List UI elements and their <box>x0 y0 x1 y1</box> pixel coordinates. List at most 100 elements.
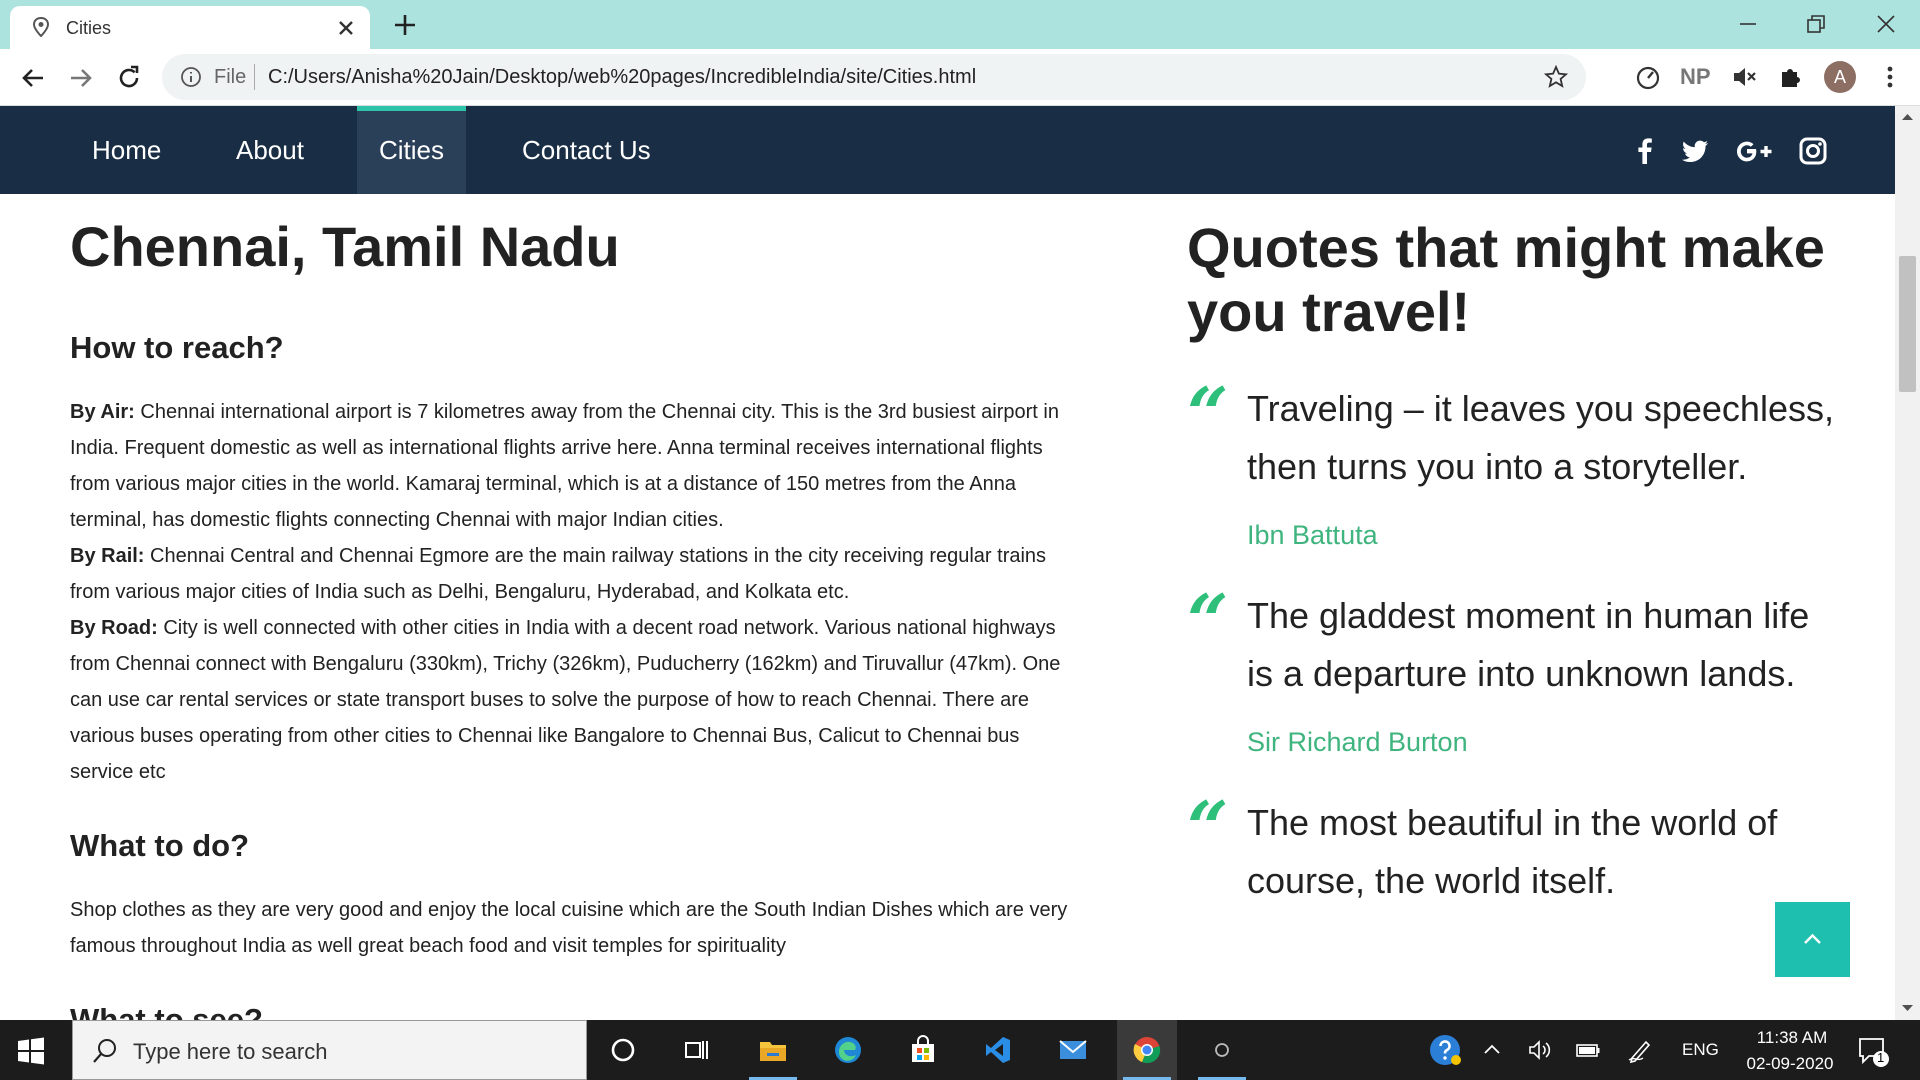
new-tab-icon[interactable] <box>392 12 418 38</box>
quote-text: Traveling – it leaves you speechless, th… <box>1247 388 1834 487</box>
address-bar[interactable]: File C:/Users/Anisha%20Jain/Desktop/web%… <box>162 54 1586 100</box>
page-viewport: Home About Cities Contact Us Chennai, Ta… <box>0 106 1920 1020</box>
how-to-reach-text: By Air: Chennai international airport is… <box>70 394 1080 790</box>
task-view-icon <box>685 1041 708 1059</box>
minimize-icon[interactable] <box>1734 10 1762 38</box>
chrome-icon <box>1133 1037 1161 1064</box>
search-icon <box>93 1039 116 1063</box>
quotes-column: Quotes that might make you travel! “ Tra… <box>1187 216 1837 910</box>
clock-time[interactable]: 11:38 AM <box>1742 1028 1842 1048</box>
extensions-puzzle-icon[interactable] <box>1776 63 1804 91</box>
store-button[interactable] <box>893 1020 953 1080</box>
by-air-text: Chennai international airport is 7 kilom… <box>70 400 1059 531</box>
cortana-button[interactable] <box>593 1020 653 1080</box>
city-title: Chennai, Tamil Nadu <box>70 215 620 278</box>
quote-mark-icon: “ <box>1187 371 1229 456</box>
speedometer-extension-icon[interactable] <box>1634 63 1662 91</box>
close-tab-icon[interactable] <box>335 17 357 39</box>
by-road-label: By Road: <box>70 616 158 639</box>
what-to-do-text: Shop clothes as they are very good and e… <box>70 898 1068 957</box>
address-file-label: File <box>214 66 247 88</box>
nav-cities[interactable]: Cities <box>357 106 467 194</box>
nav-contact-us[interactable]: Contact Us <box>500 106 673 194</box>
taskbar-search-placeholder: Type here to search <box>133 1039 328 1064</box>
profile-avatar[interactable]: A <box>1824 61 1856 93</box>
mail-button[interactable] <box>1043 1020 1103 1080</box>
mute-tab-icon[interactable] <box>1730 63 1758 91</box>
help-icon[interactable] <box>1428 1033 1462 1067</box>
circle-app-icon <box>1215 1043 1229 1057</box>
quote-author: Ibn Battuta <box>1247 520 1378 550</box>
mail-icon <box>1059 1040 1087 1059</box>
taskbar-search-box[interactable]: Type here to search <box>72 1020 587 1080</box>
twitter-icon[interactable] <box>1680 136 1710 166</box>
quote-item: “ Traveling – it leaves you speechless, … <box>1187 371 1837 551</box>
edge-button[interactable] <box>818 1020 878 1080</box>
circle-app-button[interactable] <box>1192 1020 1252 1080</box>
scroll-up-arrow-icon[interactable] <box>1901 110 1914 123</box>
edge-browser-icon <box>835 1037 861 1063</box>
scroll-thumb[interactable] <box>1899 256 1916 392</box>
by-air-label: By Air: <box>70 400 135 423</box>
quote-text: The gladdest moment in human life is a d… <box>1247 595 1810 694</box>
browser-tab[interactable]: Cities <box>10 6 370 49</box>
page-scrollbar[interactable] <box>1895 106 1920 1020</box>
instagram-icon[interactable] <box>1798 136 1828 166</box>
pen-ink-icon[interactable] <box>1626 1036 1654 1064</box>
browser-tab-strip: Cities <box>0 0 1920 49</box>
quote-text: The most beautiful in the world of cours… <box>1247 802 1778 901</box>
volume-icon[interactable] <box>1526 1036 1554 1064</box>
menu-kebab-icon[interactable] <box>1876 63 1904 91</box>
notification-count: 1 <box>1877 1050 1885 1065</box>
google-plus-icon[interactable] <box>1735 136 1775 166</box>
chevron-up-icon <box>1804 933 1821 944</box>
file-explorer-button[interactable] <box>743 1020 803 1080</box>
cortana-icon <box>611 1038 635 1062</box>
windows-taskbar: Type here to search ENG 11:38 AM 02-09-2… <box>0 1020 1920 1080</box>
action-center-button[interactable]: 1 <box>1856 1034 1890 1068</box>
forward-icon[interactable] <box>66 63 96 93</box>
bookmark-star-icon[interactable] <box>1544 65 1568 89</box>
visual-studio-icon <box>986 1037 1010 1063</box>
quote-author: Sir Richard Burton <box>1247 727 1468 757</box>
store-icon <box>912 1035 934 1062</box>
clock-date[interactable]: 02-09-2020 <box>1735 1054 1845 1074</box>
map-pin-favicon-icon <box>32 17 50 37</box>
language-indicator[interactable]: ENG <box>1682 1040 1719 1060</box>
city-info-column: Chennai, Tamil Nadu How to reach? By Air… <box>70 216 1080 1020</box>
address-separator <box>254 64 255 90</box>
how-to-reach-heading: How to reach? <box>70 329 284 365</box>
restore-icon[interactable] <box>1802 10 1830 38</box>
browser-toolbar: File C:/Users/Anisha%20Jain/Desktop/web%… <box>0 49 1920 106</box>
by-rail-label: By Rail: <box>70 544 145 567</box>
info-icon[interactable] <box>180 66 202 88</box>
quote-item: “ The most beautiful in the world of cou… <box>1187 785 1837 910</box>
battery-icon[interactable] <box>1574 1036 1602 1064</box>
file-explorer-icon <box>760 1042 786 1061</box>
quote-mark-icon: “ <box>1187 785 1229 870</box>
notification-icon <box>1859 1038 1889 1067</box>
url-text[interactable]: C:/Users/Anisha%20Jain/Desktop/web%20pag… <box>268 66 976 89</box>
chrome-button[interactable] <box>1117 1020 1177 1080</box>
back-icon[interactable] <box>18 63 48 93</box>
nav-about[interactable]: About <box>214 106 326 194</box>
close-window-icon[interactable] <box>1872 10 1900 38</box>
scroll-down-arrow-icon[interactable] <box>1901 1002 1914 1015</box>
task-view-button[interactable] <box>666 1020 726 1080</box>
tab-title: Cities <box>66 18 112 38</box>
what-to-do-heading: What to do? <box>70 827 250 863</box>
windows-start-icon[interactable] <box>16 1036 46 1066</box>
back-to-top-button[interactable] <box>1775 902 1850 977</box>
show-hidden-icons-chevron-icon[interactable] <box>1478 1036 1506 1064</box>
quote-item: “ The gladdest moment in human life is a… <box>1187 578 1837 758</box>
reload-icon[interactable] <box>114 63 144 93</box>
vscode-button[interactable] <box>968 1020 1028 1080</box>
by-road-text: City is well connected with other cities… <box>70 616 1061 783</box>
np-extension-icon[interactable]: NP <box>1680 64 1711 92</box>
nav-home[interactable]: Home <box>70 106 183 194</box>
facebook-icon[interactable] <box>1630 136 1660 166</box>
quote-mark-icon: “ <box>1187 578 1229 663</box>
by-rail-text: Chennai Central and Chennai Egmore are t… <box>70 544 1047 603</box>
site-navbar: Home About Cities Contact Us <box>0 106 1895 194</box>
what-to-see-heading: What to see? <box>70 1001 263 1020</box>
